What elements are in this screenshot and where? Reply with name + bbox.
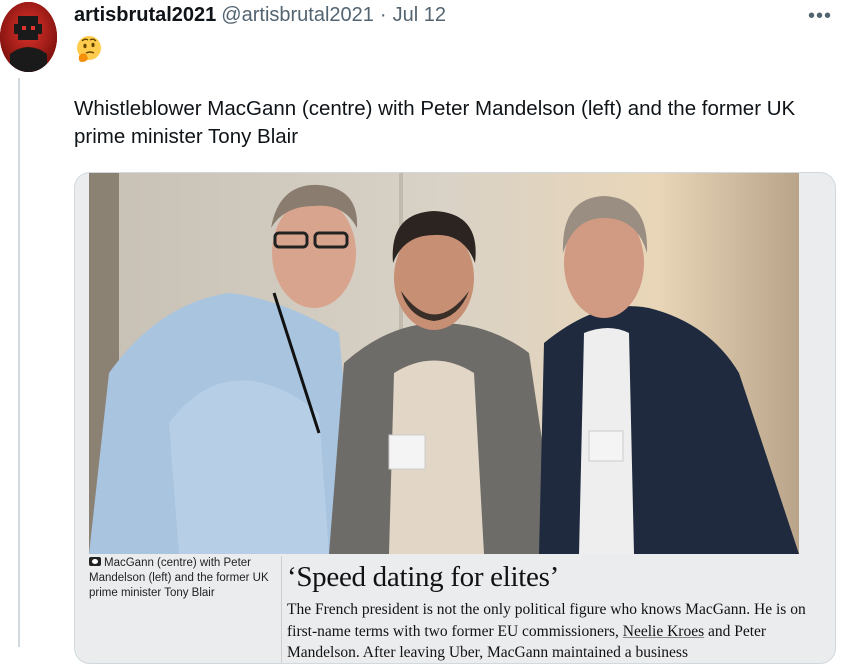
tweet-text: Whistleblower MacGann (centre) with Pete… <box>74 97 796 148</box>
caption-text: MacGann (centre) with Peter Mandelson (l… <box>89 557 269 599</box>
separator-dot: · <box>379 4 387 26</box>
neelie-kroes-link[interactable]: Neelie Kroes <box>623 623 704 640</box>
avatar-image <box>0 2 57 72</box>
more-options-icon[interactable]: ••• <box>806 4 834 28</box>
tweet-header: artisbrutal2021 @artisbrutal2021 · Jul 1… <box>74 4 446 30</box>
article-headline: ‘Speed dating for elites’ <box>287 561 559 593</box>
avatar[interactable] <box>0 2 57 72</box>
article-body: The French president is not the only pol… <box>287 599 817 663</box>
thinking-face-icon <box>77 36 101 62</box>
article-excerpt: ‘Speed dating for elites’ The French pre… <box>287 561 817 663</box>
article-photo[interactable] <box>89 173 799 554</box>
column-divider <box>281 556 282 663</box>
display-name[interactable]: artisbrutal2021 <box>74 4 216 27</box>
media-card[interactable]: MacGann (centre) with Peter Mandelson (l… <box>74 172 836 664</box>
thread-line <box>18 78 20 647</box>
tweet-date[interactable]: Jul 12 <box>393 4 446 27</box>
camera-icon <box>89 557 101 566</box>
photo-image <box>89 173 799 554</box>
user-handle[interactable]: @artisbrutal2021 <box>221 4 374 27</box>
photo-caption: MacGann (centre) with Peter Mandelson (l… <box>89 556 279 601</box>
